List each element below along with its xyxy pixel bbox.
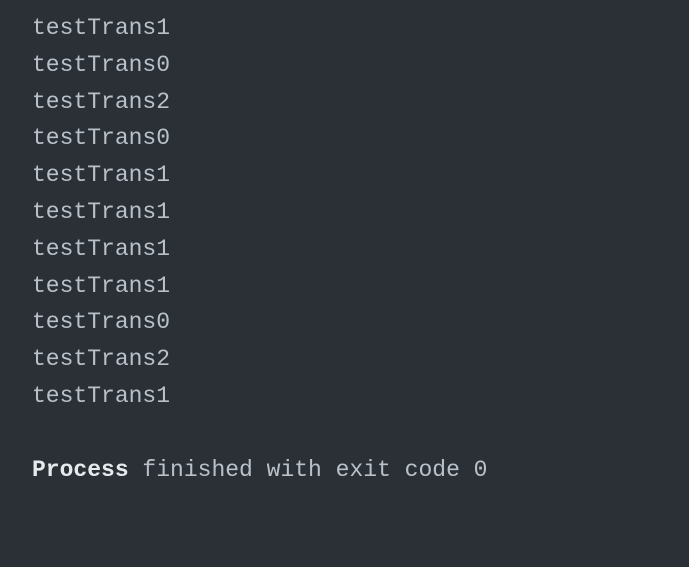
blank-line [32,415,689,452]
process-status-rest: finished with exit code 0 [129,457,488,483]
console-output-line: testTrans2 [32,84,689,121]
console-output-line: testTrans2 [32,341,689,378]
console-output-line: testTrans0 [32,47,689,84]
console-output-line: testTrans0 [32,304,689,341]
console-output-line: testTrans0 [32,120,689,157]
console-output-line: testTrans1 [32,10,689,47]
console-output-line: testTrans1 [32,268,689,305]
process-status-line: Process finished with exit code 0 [32,452,689,489]
process-status-prefix: Process [32,457,129,483]
console-output-line: testTrans1 [32,231,689,268]
console-output-line: testTrans1 [32,378,689,415]
console-output-line: testTrans1 [32,157,689,194]
console-output: testTrans1testTrans0testTrans2testTrans0… [32,10,689,415]
console-output-line: testTrans1 [32,194,689,231]
